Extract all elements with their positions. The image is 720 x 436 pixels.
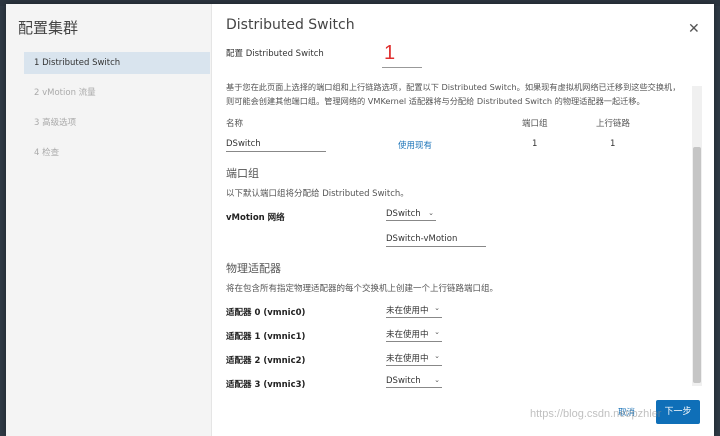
col-header-uplink: 上行链路 (596, 119, 631, 129)
vmotion-portgroup-field[interactable]: DSwitch-vMotion (386, 234, 486, 247)
wizard-sidebar: 配置集群 1 Distributed Switch 2 vMotion 流量 3… (6, 4, 212, 436)
step-distributed-switch[interactable]: 1 Distributed Switch (24, 52, 210, 74)
col-header-name: 名称 (226, 119, 244, 129)
adapter-label-0: 适配器 0 (vmnic0) (226, 308, 306, 318)
wizard-main: Distributed Switch 配置 Distributed Switch… (226, 4, 694, 436)
step-vmotion[interactable]: 2 vMotion 流量 (24, 82, 210, 104)
adapter-label-3: 适配器 3 (vmnic3) (226, 380, 306, 390)
step-advanced-options[interactable]: 3 高级选项 (24, 112, 210, 134)
close-icon[interactable]: ✕ (688, 22, 700, 36)
portgroup-section-desc: 以下默认端口组将分配给 Distributed Switch。 (226, 189, 409, 199)
chevron-down-icon: ⌄ (434, 376, 440, 384)
adapter-label-2: 适配器 2 (vmnic2) (226, 356, 306, 366)
adapter-select-2[interactable]: 未在使用中 ⌄ (386, 352, 442, 366)
vmotion-network-label: vMotion 网络 (226, 213, 285, 223)
wizard-steps: 1 Distributed Switch 2 vMotion 流量 3 高级选项… (24, 52, 210, 172)
annotation-underline (382, 67, 422, 68)
adapter-select-3[interactable]: DSwitch ⌄ (386, 376, 442, 388)
page-subtitle: 配置 Distributed Switch (226, 49, 324, 59)
next-button[interactable]: 下一步 (656, 400, 700, 424)
chevron-down-icon: ⌄ (434, 304, 440, 312)
adapter-select-1[interactable]: 未在使用中 ⌄ (386, 328, 442, 342)
adapter-section-title: 物理适配器 (226, 262, 281, 275)
scrollbar-thumb[interactable] (693, 147, 701, 383)
vmotion-switch-select[interactable]: DSwitch ⌄ (386, 209, 436, 221)
chevron-down-icon: ⌄ (434, 352, 440, 360)
watermark-text: https://blog.csdn.net/pzhler (530, 408, 662, 420)
uplink-count: 1 (610, 139, 616, 149)
page-description: 基于您在此页面上选择的端口组和上行链路选项，配置以下 Distributed S… (226, 82, 681, 106)
col-header-portgroup: 端口组 (522, 119, 548, 129)
dialog-title: 配置集群 (18, 19, 79, 37)
configure-cluster-dialog: 配置集群 1 Distributed Switch 2 vMotion 流量 3… (6, 4, 714, 436)
annotation-number: 1 (384, 42, 396, 64)
portgroup-section-title: 端口组 (226, 167, 259, 180)
page-title: Distributed Switch (226, 17, 355, 33)
use-existing-link[interactable]: 使用现有 (398, 139, 432, 151)
portgroup-count: 1 (532, 139, 538, 149)
step-review[interactable]: 4 检查 (24, 142, 210, 164)
chevron-down-icon: ⌄ (428, 209, 434, 217)
adapter-label-1: 适配器 1 (vmnic1) (226, 332, 306, 342)
adapter-select-0[interactable]: 未在使用中 ⌄ (386, 304, 442, 318)
switch-name-field[interactable]: DSwitch (226, 139, 326, 152)
chevron-down-icon: ⌄ (434, 328, 440, 336)
adapter-section-desc: 将在包含所有指定物理适配器的每个交换机上创建一个上行链路端口组。 (226, 284, 499, 294)
